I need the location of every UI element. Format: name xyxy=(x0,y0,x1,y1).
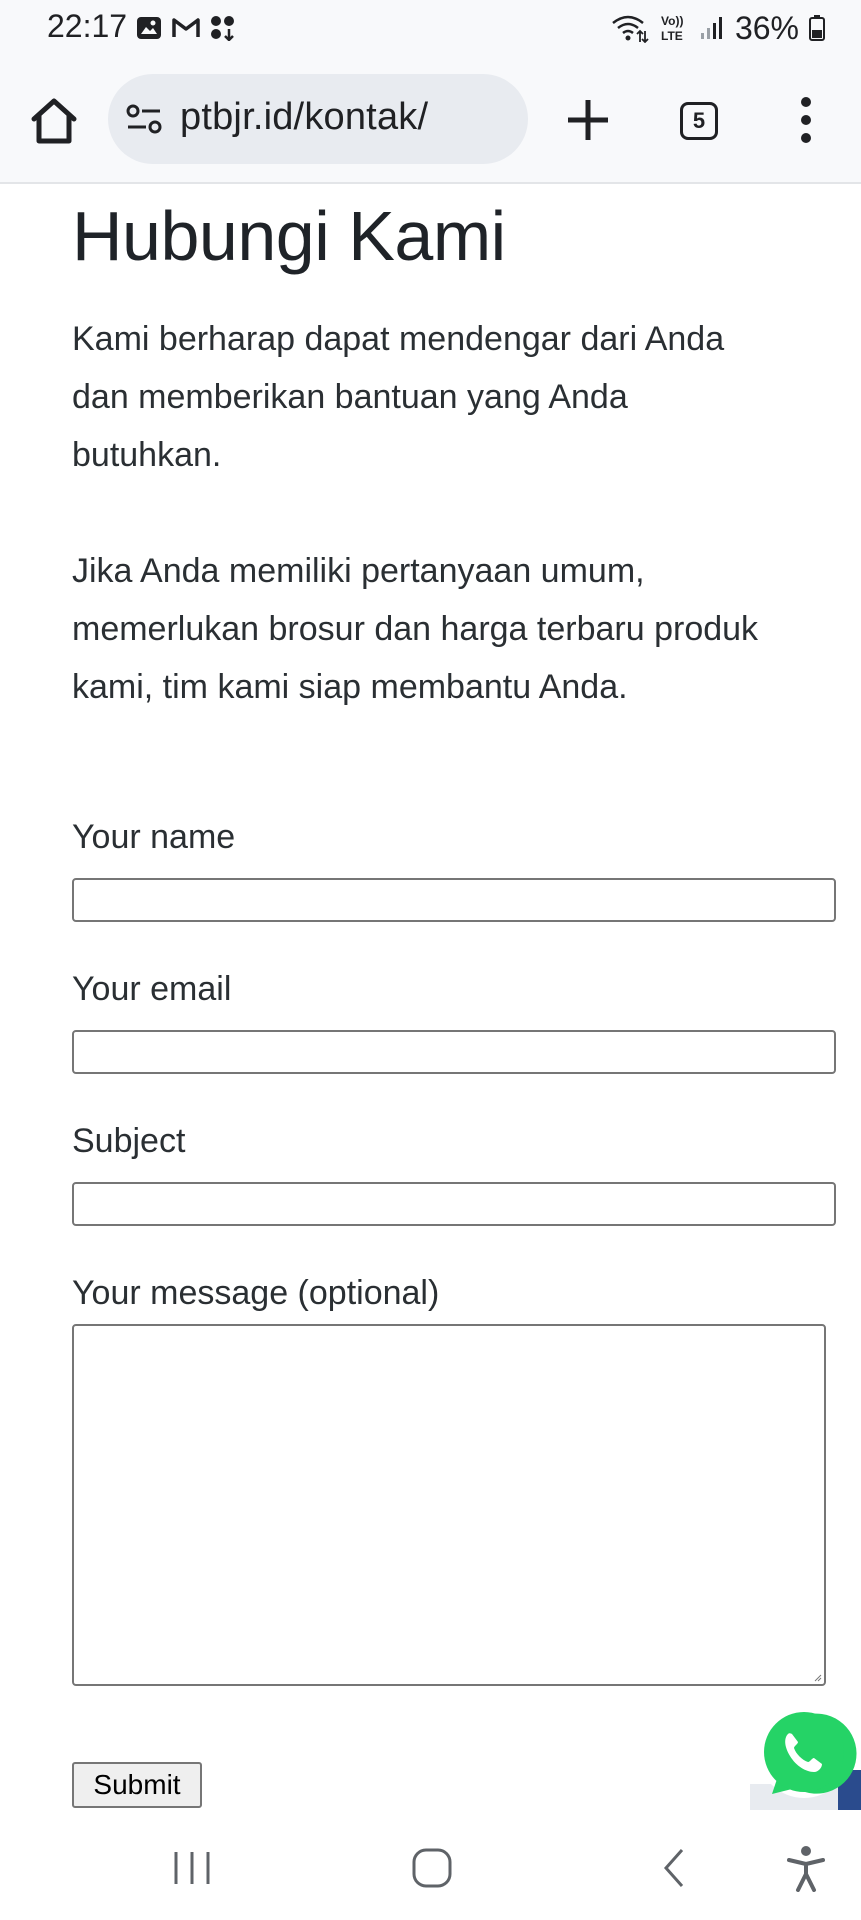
name-label: Your name xyxy=(72,818,236,856)
svg-text:LTE: LTE xyxy=(661,29,683,43)
recent-apps-icon[interactable] xyxy=(170,1848,214,1888)
email-label: Your email xyxy=(72,970,232,1008)
accessibility-icon[interactable] xyxy=(786,1844,826,1892)
message-label: Your message (optional) xyxy=(72,1274,440,1312)
status-bar: 22:17 Vo)) LTE 36% xyxy=(0,0,861,60)
browser-toolbar: ptbjr.id/kontak/ 5 xyxy=(0,60,861,184)
system-nav-bar xyxy=(0,1814,861,1920)
subject-label: Subject xyxy=(72,1122,186,1160)
intro-paragraph-2: Jika Anda memiliki pertanyaan umum, meme… xyxy=(72,552,759,706)
address-bar[interactable]: ptbjr.id/kontak/ xyxy=(108,74,528,164)
svg-text:Vo)): Vo)) xyxy=(661,14,683,28)
site-settings-icon[interactable] xyxy=(126,104,162,134)
status-time: 22:17 xyxy=(47,8,128,44)
new-tab-icon[interactable] xyxy=(560,92,616,148)
battery-percent: 36% xyxy=(734,9,799,46)
gmail-icon xyxy=(172,18,200,37)
battery-icon xyxy=(809,15,825,41)
more-menu-icon[interactable] xyxy=(790,92,822,148)
url-text[interactable]: ptbjr.id/kontak/ xyxy=(180,96,428,139)
signal-icon xyxy=(700,17,722,39)
app-notification-icon xyxy=(211,16,234,41)
back-icon[interactable] xyxy=(658,1846,690,1890)
whatsapp-icon xyxy=(750,1706,861,1810)
notification-icons xyxy=(136,14,236,42)
volte-icon: Vo)) LTE xyxy=(661,14,683,43)
subject-field[interactable] xyxy=(72,1182,836,1226)
name-field[interactable] xyxy=(72,878,836,922)
email-field[interactable] xyxy=(72,1030,836,1074)
resize-grip-icon[interactable] xyxy=(814,1674,822,1682)
tab-count: 5 xyxy=(680,102,718,140)
tab-switcher-button[interactable]: 5 xyxy=(674,96,722,144)
message-textarea[interactable] xyxy=(72,1324,826,1686)
system-home-icon[interactable] xyxy=(410,1846,454,1890)
whatsapp-chat-button[interactable] xyxy=(750,1700,861,1810)
intro-paragraph-1: Kami berharap dapat mendengar dari Anda … xyxy=(72,320,725,474)
wifi-icon xyxy=(612,15,649,43)
status-right: Vo)) LTE 36% xyxy=(611,8,825,48)
page-title: Hubungi Kami xyxy=(72,197,506,275)
gallery-icon xyxy=(137,17,161,39)
home-icon[interactable] xyxy=(28,95,80,147)
submit-button[interactable]: Submit xyxy=(72,1762,202,1808)
